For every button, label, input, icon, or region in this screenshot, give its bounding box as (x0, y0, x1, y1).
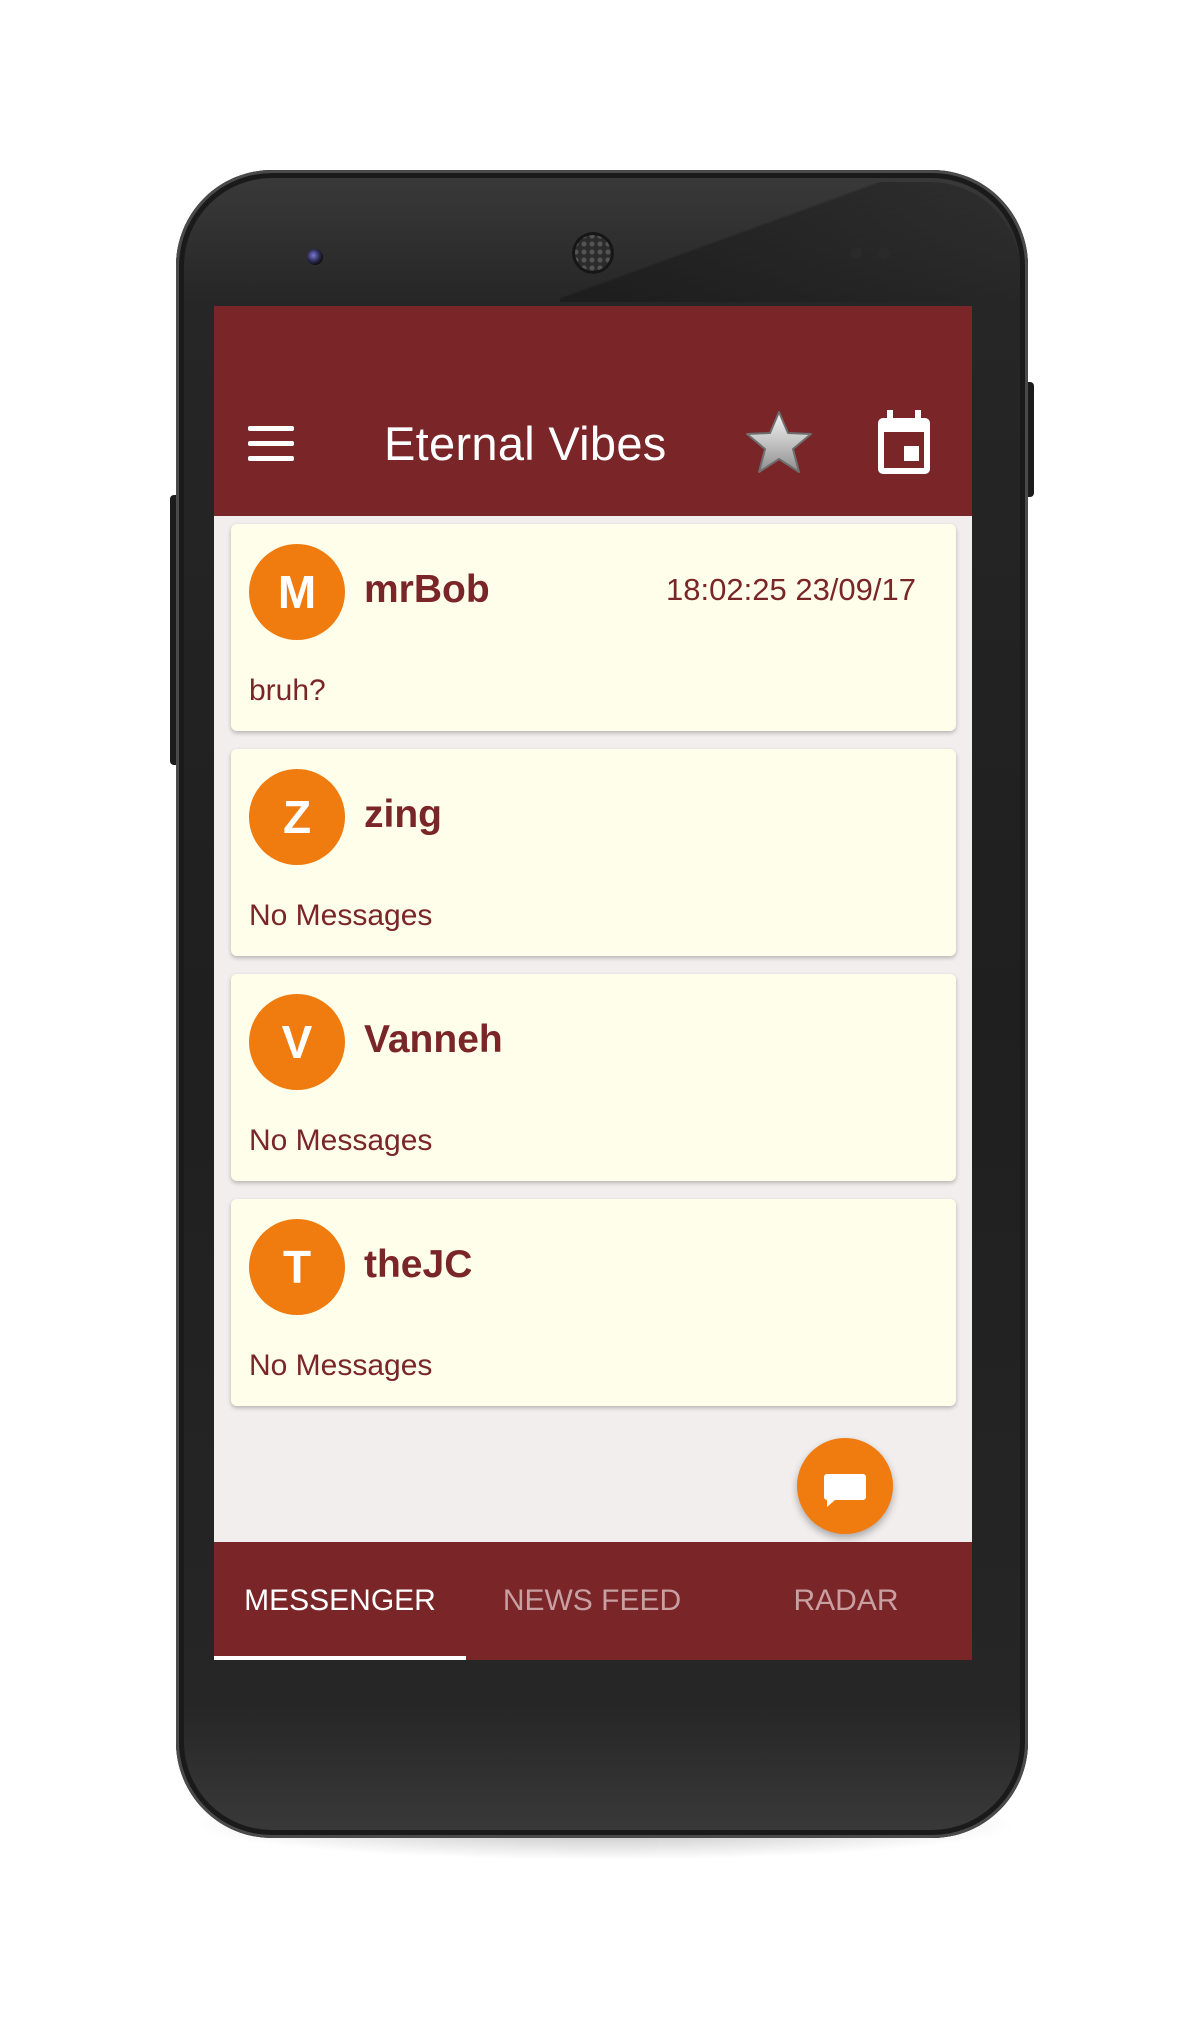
message-timestamp: 18:02:25 23/09/17 (666, 572, 916, 607)
contact-name: Vanneh (364, 1018, 503, 1061)
message-preview: No Messages (249, 1349, 433, 1382)
conversation-card[interactable]: Z zing No Messages (231, 749, 956, 956)
avatar: Z (249, 769, 345, 865)
calendar-icon[interactable] (874, 408, 934, 478)
active-tab-indicator (214, 1656, 466, 1660)
conversation-card[interactable]: V Vanneh No Messages (231, 974, 956, 1181)
app-bar: Eternal Vibes (214, 306, 972, 516)
avatar: V (249, 994, 345, 1090)
phone-glare (560, 182, 1020, 302)
light-sensor (878, 247, 890, 259)
message-icon (824, 1474, 866, 1507)
star-icon[interactable] (744, 409, 814, 475)
proximity-sensor (850, 247, 862, 259)
contact-name: mrBob (364, 568, 490, 611)
message-preview: No Messages (249, 1124, 433, 1157)
tab-news-feed[interactable]: NEWS FEED (466, 1542, 718, 1660)
avatar: M (249, 544, 345, 640)
new-message-button[interactable] (797, 1438, 893, 1534)
app-title: Eternal Vibes (384, 417, 667, 470)
conversation-card[interactable]: M mrBob 18:02:25 23/09/17 bruh? (231, 524, 956, 731)
front-camera (307, 249, 323, 265)
conversation-list: M mrBob 18:02:25 23/09/17 bruh? Z zing N… (231, 524, 956, 1424)
screen: Eternal Vibes M mrBob 18:02:25 23/09/17 … (214, 306, 972, 1660)
earpiece-speaker (572, 232, 614, 274)
stage: Eternal Vibes M mrBob 18:02:25 23/09/17 … (0, 0, 1200, 2029)
message-preview: bruh? (249, 674, 326, 707)
conversation-card[interactable]: T theJC No Messages (231, 1199, 956, 1406)
message-preview: No Messages (249, 899, 433, 932)
bottom-tab-bar: MESSENGER NEWS FEED RADAR (214, 1542, 972, 1660)
contact-name: theJC (364, 1243, 473, 1286)
tab-messenger[interactable]: MESSENGER (214, 1542, 466, 1660)
avatar: T (249, 1219, 345, 1315)
tab-radar[interactable]: RADAR (720, 1542, 972, 1660)
contact-name: zing (364, 793, 442, 836)
hamburger-menu-icon[interactable] (248, 426, 294, 462)
